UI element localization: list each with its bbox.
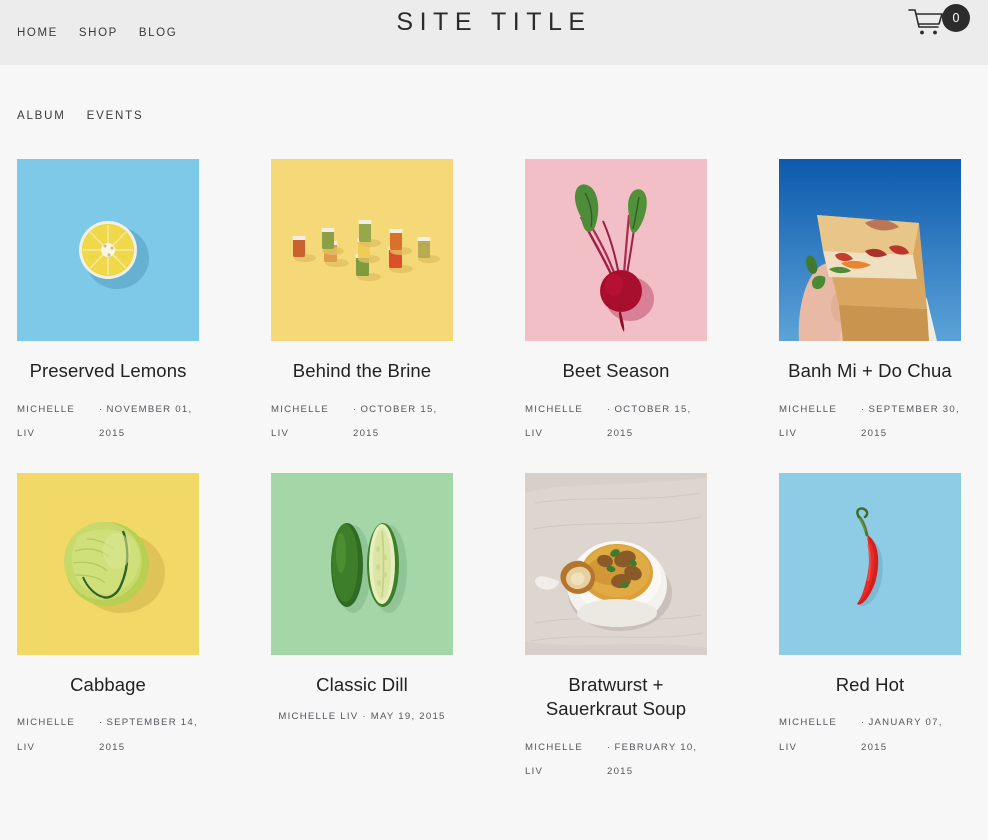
post-thumbnail-classic-dill[interactable] [271,472,453,655]
post-title[interactable]: Banh Mi + Do Chua [779,359,961,384]
post-date: · SEPTEMBER 14, 2015 [99,717,198,753]
post-meta: MICHELLE LIV · FEBRUARY 10, 2015 [525,736,707,785]
nav-item-home[interactable]: HOME [17,27,58,39]
post-thumbnail-behind-the-brine[interactable] [271,159,453,341]
separator-dot: · [99,717,104,729]
cucumbers-image [271,472,453,655]
tab-events[interactable]: EVENTS [87,110,144,122]
post-title[interactable]: Cabbage [17,673,199,698]
beet-image [525,159,707,341]
post-thumbnail-bratwurst-soup[interactable] [525,472,707,655]
post-author[interactable]: MICHELLE LIV [779,711,851,760]
post-author[interactable]: MICHELLE LIV [17,711,89,760]
primary-nav: HOME SHOP BLOG [17,27,177,39]
cart-count-badge: 0 [942,4,970,32]
cart-button[interactable]: 0 [908,2,970,38]
post-thumbnail-beet-season[interactable] [525,159,707,341]
lemon-half-image [17,159,199,341]
nav-item-shop[interactable]: SHOP [79,27,118,39]
cabbage-image [17,472,199,655]
separator-dot: · [607,403,612,415]
post-author[interactable]: MICHELLE LIV [525,736,597,785]
post-thumbnail-red-hot[interactable] [779,472,961,655]
separator-dot: · [861,403,866,415]
post-meta: MICHELLE LIV · JANUARY 07, 2015 [779,711,961,760]
nav-item-blog[interactable]: BLOG [139,27,177,39]
post-author[interactable]: MICHELLE LIV [525,398,597,447]
post-title[interactable]: Classic Dill [271,673,453,698]
post-thumbnail-preserved-lemons[interactable] [17,159,199,341]
post-card: Classic Dill MICHELLE LIV · MAY 19, 2015 [271,472,453,785]
post-card: Bratwurst + Sauerkraut Soup MICHELLE LIV… [525,472,707,785]
post-title[interactable]: Preserved Lemons [17,359,199,384]
post-title[interactable]: Red Hot [779,673,961,698]
post-thumbnail-cabbage[interactable] [17,472,199,655]
post-author[interactable]: MICHELLE LIV [271,398,343,447]
post-meta: MICHELLE LIV · SEPTEMBER 14, 2015 [17,711,199,760]
post-date: · FEBRUARY 10, 2015 [607,741,698,778]
post-date: · JANUARY 07, 2015 [861,717,943,753]
post-meta: MICHELLE LIV · OCTOBER 15, 2015 [525,398,707,447]
post-title[interactable]: Behind the Brine [271,359,453,384]
category-tabs: ALBUM EVENTS [0,65,988,122]
post-meta: MICHELLE LIV · NOVEMBER 01, 2015 [17,398,199,447]
post-card: Red Hot MICHELLE LIV · JANUARY 07, 2015 [779,472,961,785]
post-card: Beet Season MICHELLE LIV · OCTOBER 15, 20… [525,159,707,447]
shopping-cart-icon [908,9,943,35]
post-card: Preserved Lemons MICHELLE LIV · NOVEMBER … [17,159,199,447]
post-card: Banh Mi + Do Chua MICHELLE LIV · SEPTEMBE… [779,159,961,447]
separator-dot: · [353,403,358,415]
post-date: · OCTOBER 15, 2015 [353,403,438,440]
red-chili-image [779,472,961,655]
post-grid: Preserved Lemons MICHELLE LIV · NOVEMBER … [0,159,988,785]
post-date: · SEPTEMBER 30, 2015 [861,403,960,440]
post-thumbnail-banh-mi[interactable] [779,159,961,341]
post-title[interactable]: Beet Season [525,359,707,384]
post-card: Cabbage MICHELLE LIV · SEPTEMBER 14, 2015 [17,472,199,785]
post-meta: MICHELLE LIV · SEPTEMBER 30, 2015 [779,398,961,447]
post-date: · OCTOBER 15, 2015 [607,403,692,440]
post-meta: MICHELLE LIV · OCTOBER 15, 2015 [271,398,453,447]
separator-dot: · [99,403,104,415]
pickle-jars-image [271,159,453,341]
tab-album[interactable]: ALBUM [17,110,66,122]
soup-bowl-image [525,472,707,655]
post-meta: MICHELLE LIV · MAY 19, 2015 [278,711,446,723]
post-card: Behind the Brine MICHELLE LIV · OCTOBER 1… [271,159,453,447]
post-title[interactable]: Bratwurst + Sauerkraut Soup [525,673,707,722]
banh-mi-image [779,159,961,341]
post-author[interactable]: MICHELLE LIV [17,398,89,447]
separator-dot: · [607,741,612,753]
site-header: HOME SHOP BLOG SITE TITLE 0 [0,0,988,65]
post-author[interactable]: MICHELLE LIV [779,398,851,447]
post-date: · NOVEMBER 01, 2015 [99,403,193,440]
separator-dot: · [861,717,866,729]
